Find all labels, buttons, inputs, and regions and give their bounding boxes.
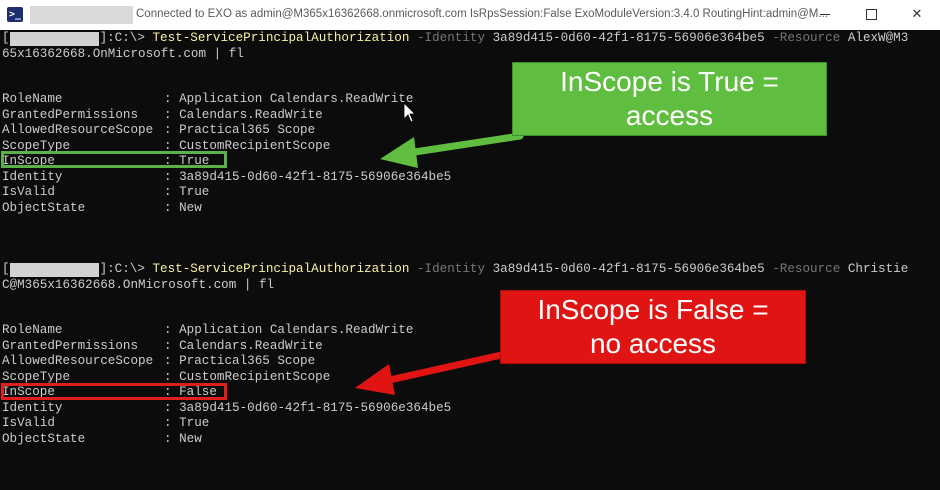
property-name: RoleName: [2, 92, 63, 106]
output-property-objectstate: ObjectState: New: [2, 431, 202, 447]
property-separator: :: [164, 369, 180, 384]
identity-value: 3a89d415-0d60-42f1-8175-56906e364be5: [492, 31, 765, 45]
property-name: RoleName: [2, 323, 63, 337]
command-name: Test-ServicePrincipalAuthorization: [152, 31, 410, 45]
output-property-isvalid: IsValid: True: [2, 415, 209, 431]
property-name: ObjectState: [2, 200, 86, 215]
property-value: True: [179, 416, 210, 430]
property-name: Identity: [2, 169, 63, 184]
property-separator: :: [164, 431, 180, 446]
property-separator: :: [164, 123, 180, 137]
output-property-rolename: RoleName: Application Calendars.ReadWrit…: [2, 322, 413, 338]
property-separator: :: [164, 416, 180, 430]
identity-value: 3a89d415-0d60-42f1-8175-56906e364be5: [492, 262, 765, 276]
inscope-true-callout-text: InScope is True = access: [560, 66, 779, 131]
property-name: AllowedResourceScope: [2, 354, 154, 368]
prompt-bracket: [: [2, 262, 10, 276]
property-value: CustomRecipientScope: [179, 369, 331, 384]
redacted-prompt: [10, 263, 99, 277]
property-value: Practical365 Scope: [179, 123, 316, 137]
inscope-false-callout-text: InScope is False = no access: [537, 294, 769, 359]
property-name: IsValid: [2, 185, 55, 199]
output-property-isvalid: IsValid: True: [2, 184, 209, 200]
output-property-grantedpermissions: GrantedPermissions: Calendars.ReadWrite: [2, 107, 323, 123]
property-value: Application Calendars.ReadWrite: [179, 323, 414, 337]
property-separator: :: [164, 92, 180, 106]
property-value: Calendars.ReadWrite: [179, 107, 323, 122]
property-separator: :: [164, 107, 180, 122]
powershell-icon: >_: [7, 7, 23, 22]
prompt-path: ]:C:\>: [99, 262, 153, 276]
redacted-prompt: [10, 32, 99, 46]
property-separator: :: [164, 354, 180, 368]
property-separator: :: [164, 185, 180, 199]
property-name: IsValid: [2, 416, 55, 430]
parameter-identity: -Identity: [417, 31, 486, 45]
property-separator: :: [164, 338, 180, 353]
output-property-allowedresourcescope: AllowedResourceScope: Practical365 Scope: [2, 353, 315, 369]
command-line-2: [ ]:C:\> Test-ServicePrincipalAuthorizati…: [2, 261, 908, 277]
prompt-bracket: [: [2, 31, 10, 45]
parameter-identity: -Identity: [417, 262, 486, 276]
output-property-identity: Identity: 3a89d415-0d60-42f1-8175-56906e…: [2, 400, 451, 416]
property-separator: :: [164, 169, 180, 184]
property-separator: :: [164, 323, 180, 337]
redacted-prompt-title: [30, 6, 133, 24]
command-name: Test-ServicePrincipalAuthorization: [152, 262, 410, 276]
command-continuation-1: 65x16362668.OnMicrosoft.com | fl: [2, 47, 244, 61]
property-name: AllowedResourceScope: [2, 123, 154, 137]
property-value: Practical365 Scope: [179, 354, 316, 368]
property-name: GrantedPermissions: [2, 107, 139, 122]
maximize-icon: [865, 9, 877, 20]
property-name: ObjectState: [2, 431, 86, 446]
property-name: GrantedPermissions: [2, 338, 139, 353]
command-continuation-2: C@M365x16362668.OnMicrosoft.com | fl: [2, 278, 275, 292]
property-separator: :: [164, 400, 180, 415]
property-value: Application Calendars.ReadWrite: [179, 92, 414, 106]
maximize-button[interactable]: [848, 0, 894, 30]
title-bar[interactable]: >_ Connected to EXO as admin@M365x163626…: [0, 0, 940, 31]
parameter-resource: -Resource: [772, 31, 841, 45]
property-value: 3a89d415-0d60-42f1-8175-56906e364be5: [179, 169, 452, 184]
property-value: Calendars.ReadWrite: [179, 338, 323, 353]
close-icon: ✕: [911, 7, 923, 22]
inscope-true-highlight: [1, 151, 227, 168]
parameter-resource: -Resource: [772, 262, 841, 276]
minimize-button[interactable]: [802, 0, 848, 30]
property-value: New: [179, 431, 202, 446]
output-property-allowedresourcescope: AllowedResourceScope: Practical365 Scope: [2, 122, 315, 138]
command-line-1: [ ]:C:\> Test-ServicePrincipalAuthorizati…: [2, 30, 908, 46]
resource-value: Christie: [847, 262, 909, 276]
property-value: New: [179, 200, 202, 215]
inscope-false-callout: InScope is False = no access: [500, 290, 806, 364]
prompt-path: ]:C:\>: [99, 31, 153, 45]
output-property-objectstate: ObjectState: New: [2, 200, 202, 216]
property-separator: :: [164, 200, 180, 215]
property-value: True: [179, 185, 210, 199]
inscope-true-callout: InScope is True = access: [512, 62, 827, 136]
property-value: 3a89d415-0d60-42f1-8175-56906e364be5: [179, 400, 452, 415]
resource-value: AlexW@M3: [847, 31, 909, 45]
inscope-false-highlight: [1, 383, 227, 400]
output-property-rolename: RoleName: Application Calendars.ReadWrit…: [2, 91, 413, 107]
property-name: Identity: [2, 400, 63, 415]
output-property-identity: Identity: 3a89d415-0d60-42f1-8175-56906e…: [2, 169, 451, 185]
minimize-icon: [820, 14, 830, 15]
output-property-grantedpermissions: GrantedPermissions: Calendars.ReadWrite: [2, 338, 323, 354]
window-title: Connected to EXO as admin@M365x16362668.…: [136, 8, 828, 20]
close-button[interactable]: ✕: [894, 0, 940, 30]
